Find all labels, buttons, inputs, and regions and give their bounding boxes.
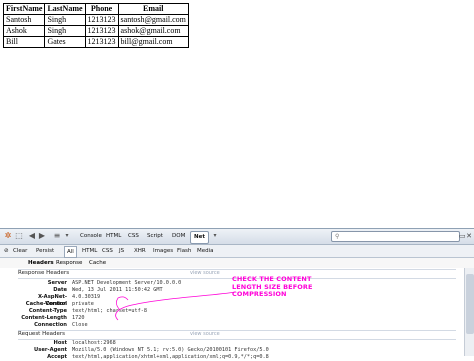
header-value: text/html,application/xhtml+xml,applicat… [72,354,269,360]
annotation-arrow [115,291,237,321]
annotation-note: CHECK THE CONTENT LENGTH SIZE BEFORE COM… [232,275,313,298]
header-name: Accept [47,354,67,360]
